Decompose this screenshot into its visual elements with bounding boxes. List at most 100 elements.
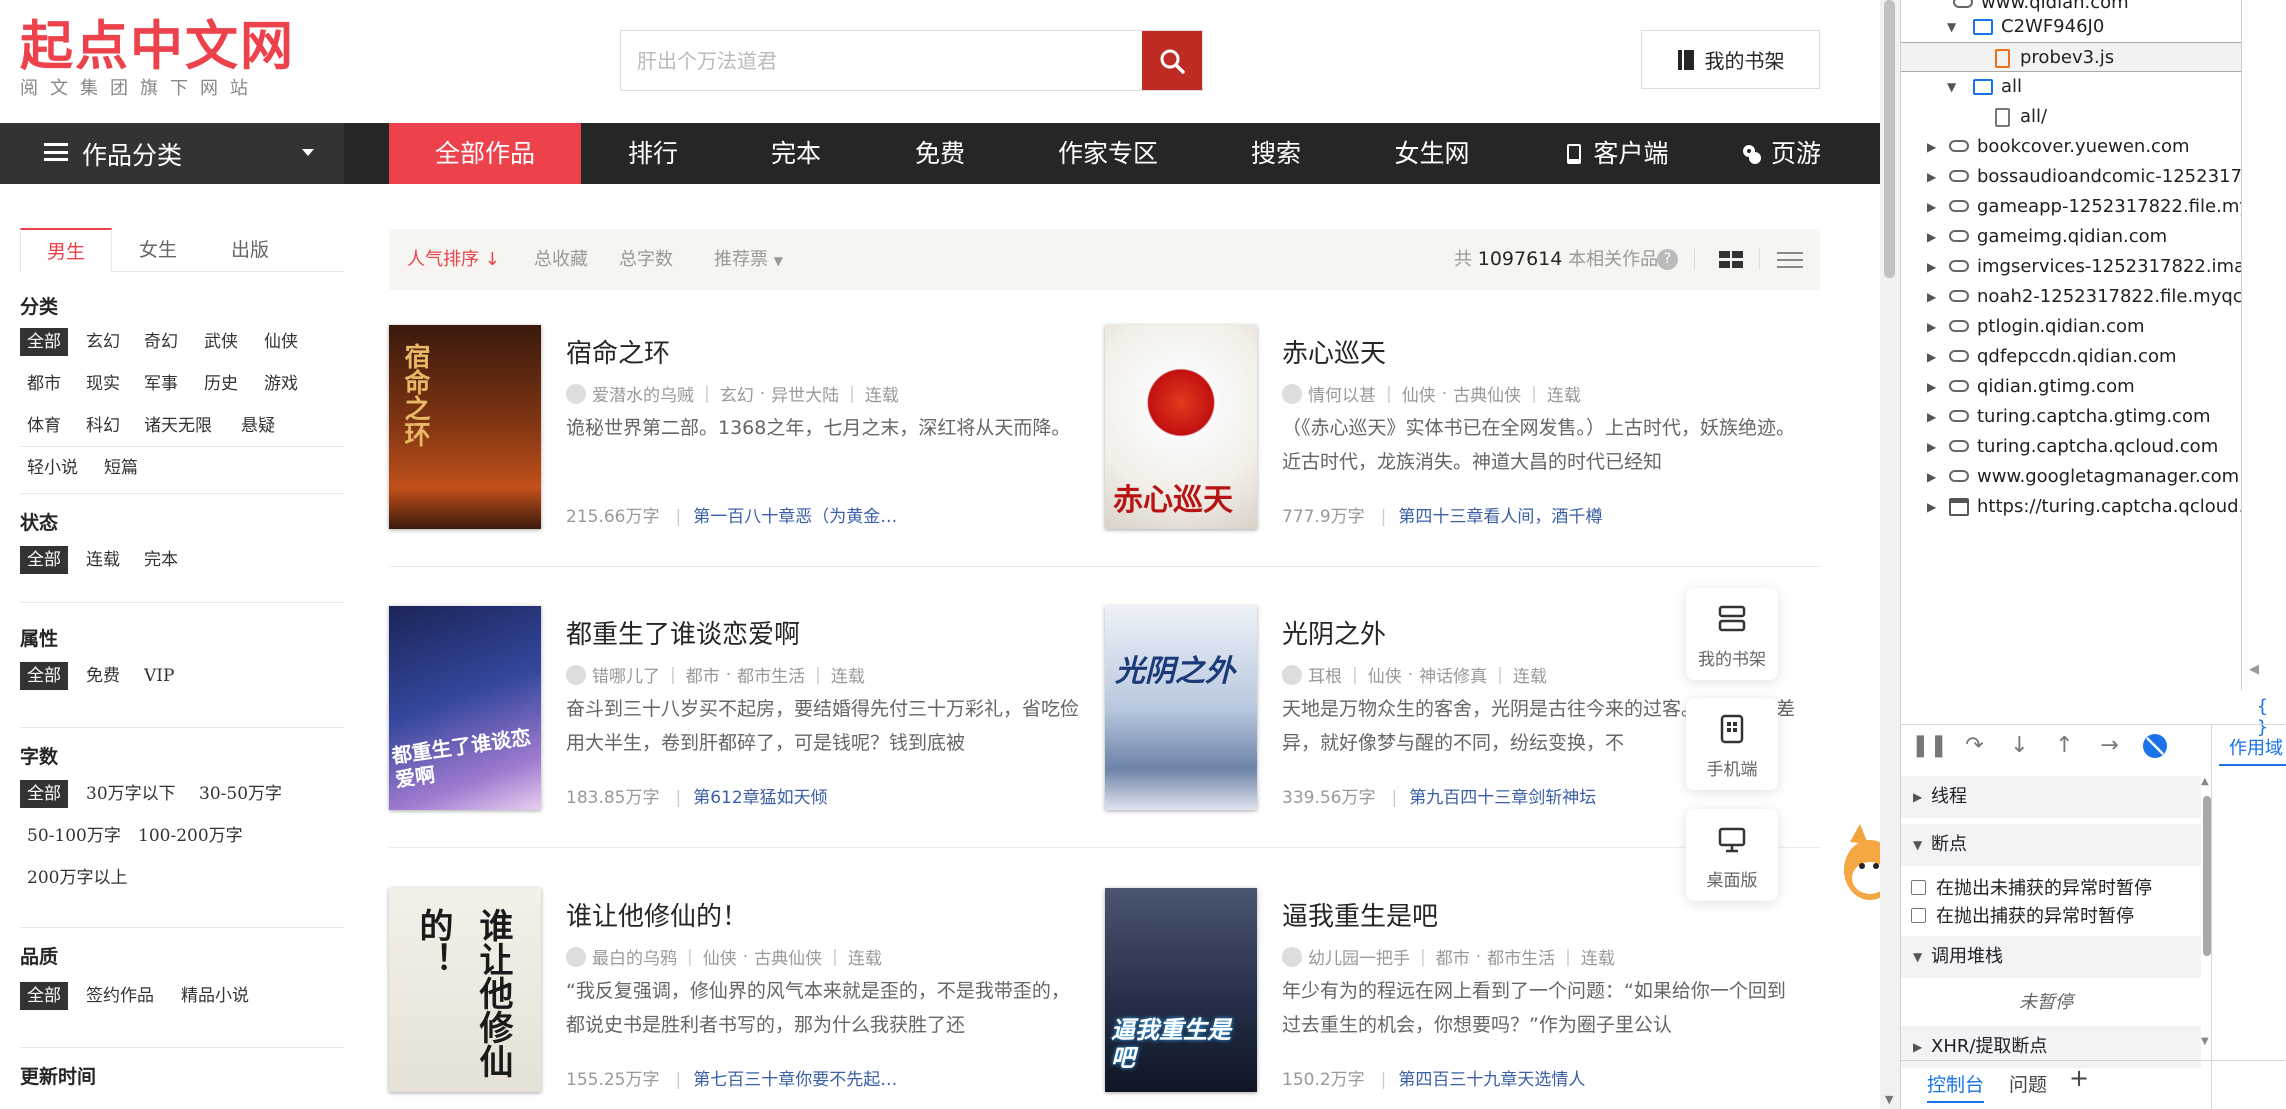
book-author[interactable]: 错哪儿了	[592, 662, 660, 687]
debugger-scrollbar-thumb[interactable]	[2203, 796, 2211, 956]
nav-author-zone[interactable]: 作家专区	[1048, 123, 1168, 184]
filter-chip[interactable]: 精品小说	[174, 982, 256, 1010]
filter-chip[interactable]: 仙侠	[257, 328, 305, 356]
book-title[interactable]: 宿命之环	[566, 333, 670, 370]
tree-item[interactable]: ▶ qidian.gtimg.com	[1927, 372, 2135, 402]
debugger-scrollbar[interactable]: ▲ ▼	[2201, 776, 2213, 1054]
site-logo[interactable]: 起点中文网 阅文集团旗下网站	[20, 16, 295, 100]
sort-collection[interactable]: 总收藏	[534, 229, 588, 290]
step-over-icon[interactable]: ↷	[1952, 728, 1997, 764]
page-scrollbar-thumb[interactable]	[1884, 0, 1895, 278]
nav-search[interactable]: 搜索	[1232, 123, 1320, 184]
sort-word-count[interactable]: 总字数	[619, 229, 673, 290]
tab-publish[interactable]: 出版	[204, 228, 296, 271]
nav-female[interactable]: 女生网	[1388, 123, 1476, 184]
filter-chip[interactable]: 都市	[20, 370, 68, 398]
book-title[interactable]: 赤心巡天	[1282, 333, 1386, 370]
nav-free[interactable]: 免费	[896, 123, 984, 184]
tree-item[interactable]: ▶ bookcover.yuewen.com	[1927, 132, 2189, 162]
my-bookshelf-button[interactable]: 我的书架	[1641, 30, 1820, 89]
filter-chip[interactable]: 轻小说	[20, 454, 85, 482]
scroll-up-arrow-icon[interactable]: ▲	[2201, 776, 2209, 787]
book-cover[interactable]: 逼我重生是吧	[1105, 888, 1257, 1092]
filter-chip[interactable]: 全部	[20, 328, 68, 356]
sort-popularity[interactable]: 人气排序 ↓	[407, 229, 500, 290]
latest-chapter-link[interactable]: 第四百三十九章天选情人	[1398, 1070, 1585, 1090]
nav-finished[interactable]: 完本	[752, 123, 840, 184]
filter-chip[interactable]: 诸天无限	[137, 412, 219, 440]
book-subcategory[interactable]: 古典仙侠	[1453, 381, 1521, 406]
add-tab-button[interactable]: +	[2069, 1064, 2089, 1092]
book-cover[interactable]: 赤心巡天	[1105, 325, 1257, 529]
book-subcategory[interactable]: 都市生活	[1487, 944, 1555, 969]
book-category[interactable]: 都市	[686, 662, 720, 687]
tree-item[interactable]: ▶ www.googletagmanager.com	[1927, 462, 2239, 492]
book-category[interactable]: 玄幻	[720, 381, 754, 406]
latest-chapter-link[interactable]: 第一百八十章恶（为黄金…	[693, 507, 897, 527]
breakpoints-section[interactable]: ▼ 断点	[1901, 824, 2201, 866]
tree-item[interactable]: ▶ turing.captcha.qcloud.com	[1927, 432, 2218, 462]
filter-chip[interactable]: 30-50万字	[192, 780, 289, 808]
filter-chip[interactable]: 武侠	[197, 328, 245, 356]
filter-chip[interactable]: 完本	[137, 546, 185, 574]
filter-chip[interactable]: 奇幻	[137, 328, 185, 356]
step-out-icon[interactable]: ↑	[2042, 728, 2087, 764]
latest-chapter-link[interactable]: 第七百三十章你要不先起…	[693, 1070, 897, 1090]
threads-section[interactable]: ▶ 线程	[1901, 776, 2201, 818]
book-author[interactable]: 情何以甚	[1308, 381, 1376, 406]
search-button[interactable]	[1142, 31, 1202, 90]
filter-chip[interactable]: 全部	[20, 982, 68, 1010]
scope-tab[interactable]: 作用域	[2219, 734, 2286, 766]
tree-item[interactable]: ▶ qdfepccdn.qidian.com	[1927, 342, 2177, 372]
latest-chapter-link[interactable]: 第四十三章看人间，酒千樽	[1398, 507, 1602, 527]
callstack-section[interactable]: ▼ 调用堆栈	[1901, 936, 2201, 978]
filter-chip[interactable]: 免费	[79, 662, 127, 690]
book-category[interactable]: 仙侠	[1402, 381, 1436, 406]
tree-item[interactable]: ▶ noah2-1252317822.file.myqclou	[1927, 282, 2241, 312]
filter-chip[interactable]: 连载	[79, 546, 127, 574]
book-title[interactable]: 逼我重生是吧	[1282, 896, 1438, 933]
nav-client[interactable]: 客户端	[1560, 123, 1682, 184]
book-subcategory[interactable]: 异世大陆	[771, 381, 839, 406]
step-into-icon[interactable]: ↓	[1997, 728, 2042, 764]
filter-chip[interactable]: 历史	[197, 370, 245, 398]
list-view-icon[interactable]	[1777, 251, 1803, 269]
page-scrollbar[interactable]: ▼	[1880, 0, 1900, 1109]
step-icon[interactable]: →	[2087, 728, 2132, 764]
filter-chip[interactable]: 100-200万字	[131, 822, 250, 850]
latest-chapter-link[interactable]: 第612章猛如天倾	[693, 788, 827, 808]
filter-chip[interactable]: 全部	[20, 546, 68, 574]
pause-uncaught-checkbox[interactable]: 在抛出未捕获的异常时暂停	[1911, 874, 2152, 900]
xhr-breakpoints-section[interactable]: ▶ XHR/提取断点	[1901, 1026, 2201, 1068]
book-author[interactable]: 最白的乌鸦	[592, 944, 677, 969]
issues-tab[interactable]: 问题	[2009, 1070, 2047, 1097]
category-menu[interactable]: 作品分类	[0, 123, 344, 184]
tree-item[interactable]: ▶ ptlogin.qidian.com	[1927, 312, 2145, 342]
float-mobile-button[interactable]: 手机端	[1686, 698, 1778, 790]
book-cover[interactable]: 宿命之环	[389, 325, 541, 529]
filter-chip[interactable]: 玄幻	[79, 328, 127, 356]
float-desktop-button[interactable]: 桌面版	[1686, 809, 1778, 901]
scroll-down-arrow-icon[interactable]: ▼	[2201, 1036, 2209, 1047]
book-title[interactable]: 谁让他修仙的！	[566, 896, 748, 933]
filter-chip[interactable]: 30万字以下	[79, 780, 183, 808]
latest-chapter-link[interactable]: 第九百四十三章剑斩神坛	[1409, 788, 1596, 808]
nav-rank[interactable]: 排行	[609, 123, 697, 184]
tab-male[interactable]: 男生	[20, 228, 112, 272]
search-input[interactable]	[621, 31, 1142, 90]
book-author[interactable]: 幼儿园一把手	[1308, 944, 1410, 969]
filter-chip[interactable]: 科幻	[79, 412, 127, 440]
tree-item[interactable]: all/	[1995, 102, 2047, 132]
nav-all-works[interactable]: 全部作品	[389, 123, 581, 184]
book-author[interactable]: 耳根	[1308, 662, 1342, 687]
tree-item[interactable]: ▼ all	[1947, 72, 2022, 102]
book-author[interactable]: 爱潜水的乌贼	[592, 381, 694, 406]
deactivate-breakpoints-icon[interactable]	[2132, 728, 2177, 764]
filter-chip[interactable]: VIP	[137, 662, 181, 690]
tree-item[interactable]: ▶ https://turing.captcha.qcloud.co	[1927, 492, 2241, 522]
book-category[interactable]: 仙侠	[1368, 662, 1402, 687]
filter-chip[interactable]: 现实	[79, 370, 127, 398]
book-cover[interactable]: 都重生了谁谈恋爱啊	[389, 606, 541, 810]
tree-item-selected[interactable]: probev3.js	[1901, 42, 2241, 72]
book-subcategory[interactable]: 都市生活	[737, 662, 805, 687]
